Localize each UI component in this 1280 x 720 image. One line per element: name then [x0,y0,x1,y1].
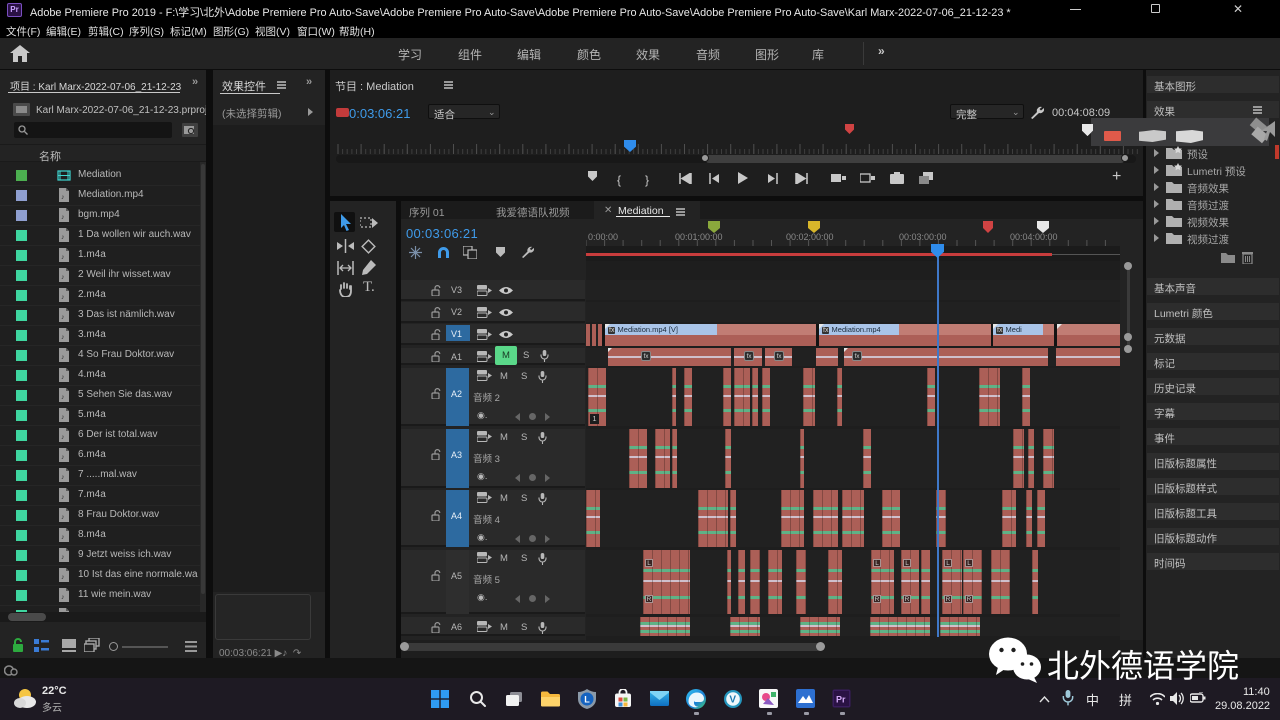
svg-text:♪: ♪ [61,194,65,201]
svg-text:♪: ♪ [61,494,65,501]
svg-text:♪: ♪ [61,514,65,521]
svg-text:♪: ♪ [61,214,65,221]
svg-text:♪: ♪ [61,234,65,241]
svg-text:L: L [584,695,590,705]
svg-text:♪: ♪ [61,374,65,381]
svg-text:♪: ♪ [61,534,65,541]
svg-text:Pr: Pr [836,695,846,705]
svg-text:♪: ♪ [61,294,65,301]
svg-text:♪: ♪ [61,354,65,361]
svg-text:♪: ♪ [61,594,65,601]
svg-text:♪: ♪ [61,254,65,261]
svg-text:♪: ♪ [61,474,65,481]
svg-text:♪: ♪ [61,574,65,581]
svg-text:♪: ♪ [61,394,65,401]
svg-text:♪: ♪ [61,334,65,341]
svg-text:V: V [729,695,736,706]
svg-text:♪: ♪ [61,274,65,281]
svg-text:♪: ♪ [61,314,65,321]
svg-text:♪: ♪ [61,454,65,461]
svg-text:♪: ♪ [61,554,65,561]
svg-text:♪: ♪ [61,434,65,441]
svg-text:♪: ♪ [61,414,65,421]
